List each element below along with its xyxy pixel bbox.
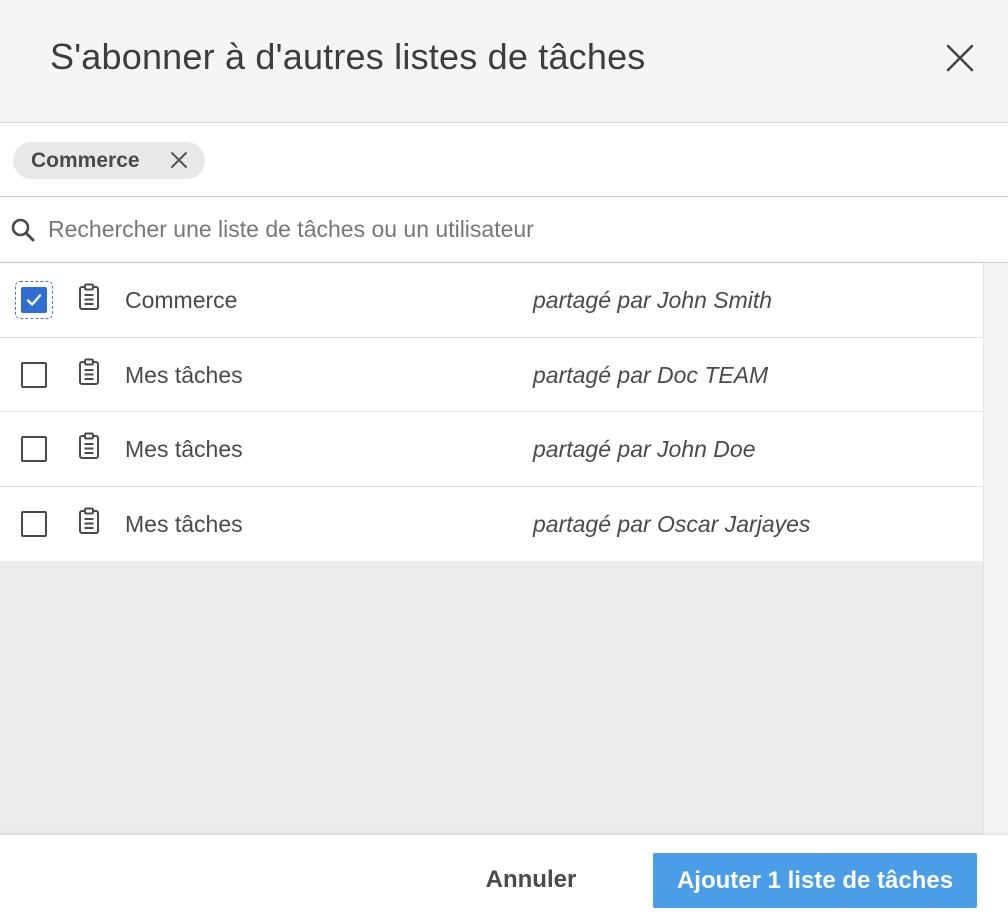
- filter-chip-label: Commerce: [31, 148, 140, 172]
- close-icon: [946, 44, 974, 72]
- list-item-checkbox[interactable]: [21, 361, 47, 388]
- check-icon: [26, 294, 42, 306]
- list-item[interactable]: Mes tâches partagé par Doc TEAM: [0, 338, 983, 412]
- dialog-header: S'abonner à d'autres listes de tâches: [0, 0, 1008, 123]
- search-input[interactable]: [48, 209, 988, 249]
- clipboard-icon: [79, 432, 99, 459]
- list-item-shared-by: partagé par John Doe: [533, 436, 756, 462]
- list-item[interactable]: Mes tâches partagé par John Doe: [0, 412, 983, 487]
- list-item-name: Mes tâches: [125, 436, 243, 462]
- list-item-checkbox[interactable]: [21, 287, 47, 313]
- checkbox-focus-ring: [15, 281, 53, 319]
- scrollbar-track[interactable]: [983, 263, 1008, 835]
- task-list: Commerce partagé par John Smith Mes tâch…: [0, 263, 983, 561]
- close-button[interactable]: [938, 36, 982, 80]
- list-item-shared-by: partagé par John Smith: [533, 287, 773, 313]
- checkbox-wrapper: [15, 356, 53, 394]
- list-item-shared-by: partagé par Oscar Jarjayes: [533, 510, 811, 537]
- clipboard-icon: [79, 358, 99, 385]
- list-item-shared-by: partagé par Doc TEAM: [533, 361, 769, 388]
- list-item-checkbox[interactable]: [21, 510, 47, 537]
- checkbox-wrapper: [15, 505, 53, 543]
- list-item[interactable]: Mes tâches partagé par Oscar Jarjayes: [0, 487, 983, 562]
- search-icon: [11, 218, 35, 242]
- remove-filter-button[interactable]: [169, 150, 189, 170]
- dialog-footer: Annuler Ajouter 1 liste de tâches: [0, 835, 1008, 920]
- search-bar: [0, 197, 1008, 263]
- list-item-name: Mes tâches: [125, 361, 243, 388]
- close-icon: [171, 152, 187, 168]
- list-item-name: Mes tâches: [125, 510, 243, 537]
- clipboard-icon: [79, 507, 99, 534]
- clipboard-icon: [79, 283, 99, 310]
- cancel-button[interactable]: Annuler: [462, 853, 600, 907]
- dialog-title: S'abonner à d'autres listes de tâches: [50, 36, 646, 77]
- list-item[interactable]: Commerce partagé par John Smith: [0, 263, 983, 338]
- list-item-checkbox[interactable]: [21, 436, 47, 462]
- checkbox-wrapper: [15, 430, 53, 468]
- task-list-area: Commerce partagé par John Smith Mes tâch…: [0, 263, 1008, 835]
- filter-bar: Commerce: [0, 123, 1008, 197]
- add-task-list-button[interactable]: Ajouter 1 liste de tâches: [653, 853, 977, 908]
- list-item-name: Commerce: [125, 287, 238, 313]
- filter-chip-commerce: Commerce: [13, 142, 205, 179]
